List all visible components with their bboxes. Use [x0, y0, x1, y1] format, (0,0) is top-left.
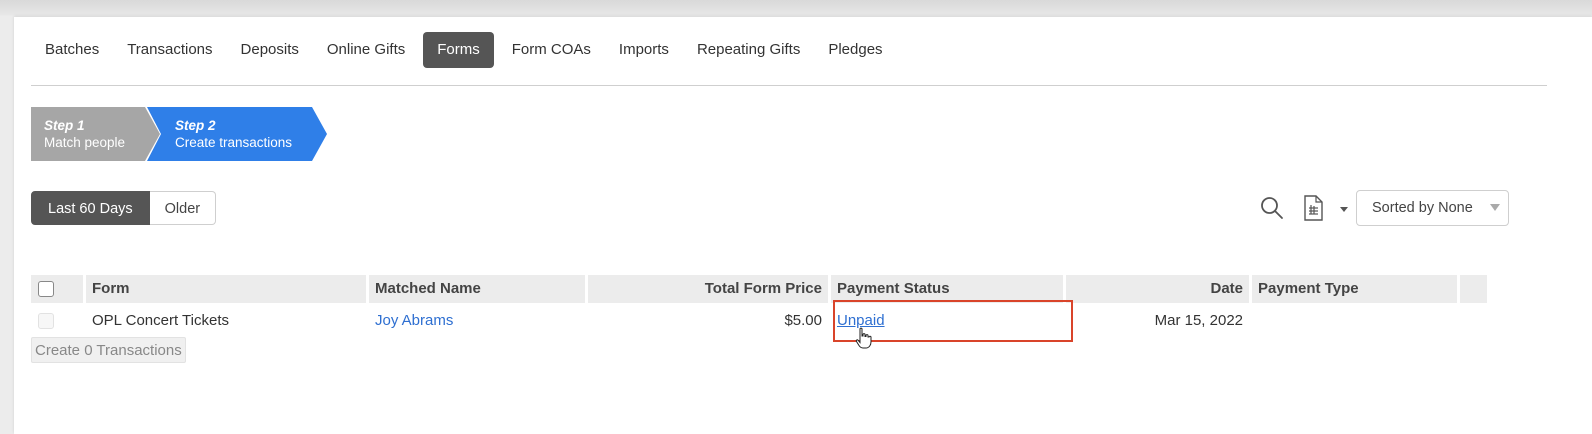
sort-select-value: Sorted by None [1372, 200, 1473, 216]
matched-name-link[interactable]: Joy Abrams [375, 312, 453, 329]
column-header-payment-status[interactable]: Payment Status [831, 275, 1063, 303]
search-icon[interactable] [1260, 196, 1284, 220]
tab-imports[interactable]: Imports [605, 32, 683, 68]
chevron-down-icon [1340, 207, 1348, 212]
sort-select[interactable]: Sorted by None [1356, 190, 1509, 226]
table-header: Form Matched Name Total Form Price Payme… [31, 275, 1507, 303]
tab-pledges[interactable]: Pledges [814, 32, 896, 68]
filter-last-60-days-button[interactable]: Last 60 Days [31, 191, 150, 225]
column-header-total-form-price[interactable]: Total Form Price [588, 275, 828, 303]
step-2-label: Create transactions [175, 135, 293, 150]
tab-form-coas[interactable]: Form COAs [498, 32, 605, 68]
step-1[interactable]: Step 1 Match people [44, 117, 125, 151]
filter-older-button[interactable]: Older [149, 191, 217, 225]
tab-repeating-gifts[interactable]: Repeating Gifts [683, 32, 814, 68]
step-1-label: Match people [44, 135, 126, 150]
cell-date: Mar 15, 2022 [1154, 312, 1243, 329]
column-header-date[interactable]: Date [1066, 275, 1249, 303]
tab-forms[interactable]: Forms [423, 32, 494, 68]
tab-online-gifts[interactable]: Online Gifts [313, 32, 419, 68]
table-row: OPL Concert Tickets Joy Abrams $5.00 Unp… [31, 306, 1507, 336]
create-transactions-button[interactable]: Create 0 Transactions [31, 337, 186, 363]
cell-matched-name: Joy Abrams [369, 306, 585, 336]
step-1-number: Step 1 [44, 118, 85, 133]
hand-pointer-cursor-icon [855, 327, 872, 349]
step-progress: Step 1 Match people Step 2 Create transa… [31, 107, 331, 161]
row-select-cell [31, 306, 83, 336]
tab-transactions[interactable]: Transactions [113, 32, 226, 68]
cell-form: OPL Concert Tickets [92, 312, 229, 329]
dropdown-arrow-icon [1490, 204, 1500, 211]
column-header-matched-name[interactable]: Matched Name [369, 275, 585, 303]
step-2[interactable]: Step 2 Create transactions [175, 117, 292, 151]
cell-payment-type [1252, 306, 1457, 336]
date-filter-toggle: Last 60 Days Older [31, 191, 217, 225]
tab-deposits[interactable]: Deposits [227, 32, 313, 68]
cell-total-form-price: $5.00 [784, 312, 822, 329]
row-select-checkbox[interactable] [38, 313, 54, 330]
header-select-all-cell [31, 275, 83, 303]
tab-batches[interactable]: Batches [31, 32, 113, 68]
column-header-extra [1460, 275, 1487, 303]
column-header-payment-type[interactable]: Payment Type [1252, 275, 1457, 303]
step-2-number: Step 2 [175, 118, 216, 133]
column-header-form[interactable]: Form [86, 275, 366, 303]
select-all-checkbox[interactable] [38, 281, 54, 298]
export-document-icon[interactable] [1302, 195, 1352, 221]
tabs-divider [31, 85, 1547, 86]
main-panel [14, 17, 1592, 434]
top-tabs: Batches Transactions Deposits Online Gif… [31, 32, 897, 68]
